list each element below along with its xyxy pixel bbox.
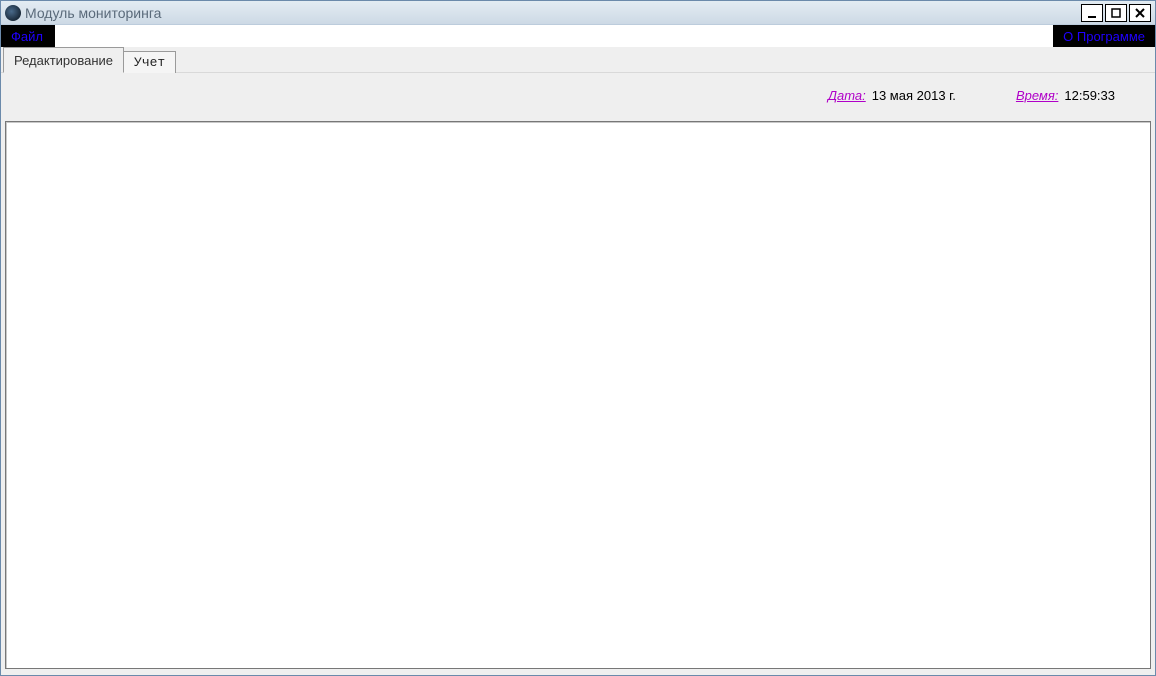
close-icon xyxy=(1134,7,1146,19)
title-bar: Модуль мониторинга xyxy=(1,1,1155,25)
window-title: Модуль мониторинга xyxy=(25,5,1081,21)
menu-bar: Файл О Программе xyxy=(1,25,1155,47)
info-bar: Дата: 13 мая 2013 г. Время: 12:59:33 xyxy=(1,73,1155,117)
date-label: Дата: xyxy=(828,88,866,103)
date-value: 13 мая 2013 г. xyxy=(872,88,956,103)
close-button[interactable] xyxy=(1129,4,1151,22)
content-wrap xyxy=(1,117,1155,675)
time-value: 12:59:33 xyxy=(1064,88,1115,103)
tab-edit[interactable]: Редактирование xyxy=(3,47,124,73)
tab-bar: Редактирование Учет xyxy=(1,47,1155,73)
maximize-icon xyxy=(1110,7,1122,19)
tab-list: Редактирование Учет xyxy=(3,47,176,73)
minimize-button[interactable] xyxy=(1081,4,1103,22)
content-area xyxy=(5,121,1151,669)
window-controls xyxy=(1081,4,1151,22)
menu-file[interactable]: Файл xyxy=(1,25,57,47)
menu-about[interactable]: О Программе xyxy=(1051,25,1155,47)
app-window: Модуль мониторинга Файл О Программе Реда… xyxy=(0,0,1156,676)
app-icon xyxy=(5,5,21,21)
date-group: Дата: 13 мая 2013 г. xyxy=(828,88,956,103)
tab-account[interactable]: Учет xyxy=(123,51,176,73)
menu-spacer xyxy=(57,25,1051,47)
time-label: Время: xyxy=(1016,88,1058,103)
time-group: Время: 12:59:33 xyxy=(1016,88,1115,103)
maximize-button[interactable] xyxy=(1105,4,1127,22)
minimize-icon xyxy=(1086,7,1098,19)
